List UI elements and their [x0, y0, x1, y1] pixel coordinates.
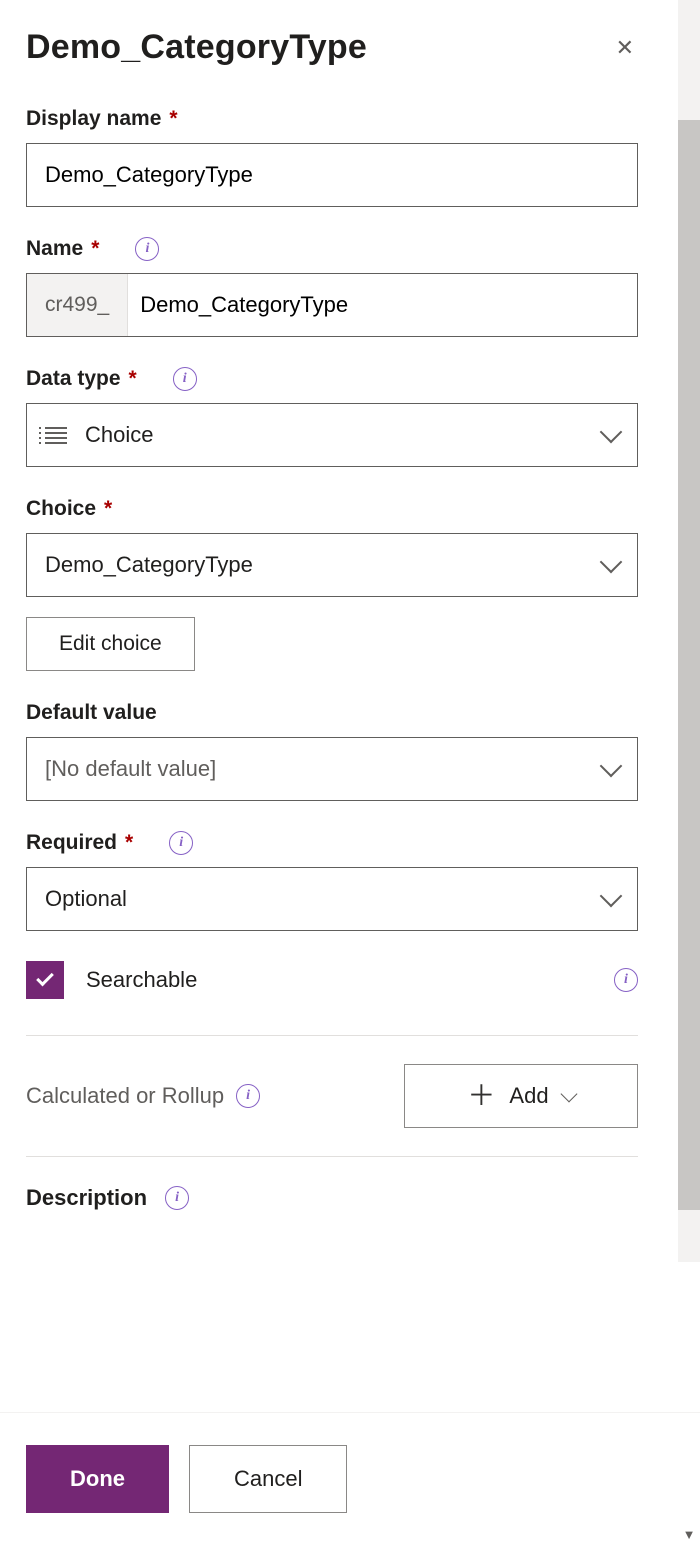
chevron-down-icon — [600, 885, 623, 908]
rollup-label: Calculated or Rollup i — [26, 1083, 260, 1109]
field-required: Required * i Optional — [26, 831, 638, 931]
required-asterisk: * — [104, 497, 112, 521]
required-asterisk: * — [125, 831, 133, 855]
panel-footer: Done Cancel — [0, 1412, 700, 1547]
list-icon — [45, 427, 71, 444]
name-input-group: cr499_ — [26, 273, 638, 337]
field-name: Name * i cr499_ — [26, 237, 638, 337]
close-icon[interactable]: ✕ — [612, 33, 638, 63]
field-searchable: Searchable i — [26, 961, 638, 999]
required-select[interactable]: Optional — [26, 867, 638, 931]
required-asterisk: * — [169, 107, 177, 131]
data-type-select[interactable]: Choice — [26, 403, 638, 467]
panel-title: Demo_CategoryType — [26, 28, 367, 67]
default-value-label: Default value — [26, 701, 638, 725]
info-icon[interactable]: i — [135, 237, 159, 261]
field-data-type: Data type * i Choice — [26, 367, 638, 467]
display-name-label: Display name * — [26, 107, 638, 131]
chevron-down-icon — [600, 551, 623, 574]
name-input[interactable] — [128, 274, 637, 336]
edit-choice-button[interactable]: Edit choice — [26, 617, 195, 671]
check-icon — [36, 969, 54, 987]
scroll-down-arrow[interactable]: ▼ — [680, 1527, 698, 1541]
field-rollup: Calculated or Rollup i ＋ Add — [26, 1064, 638, 1128]
chevron-down-icon — [600, 421, 623, 444]
done-button[interactable]: Done — [26, 1445, 169, 1513]
info-icon[interactable]: i — [236, 1084, 260, 1108]
info-icon[interactable]: i — [614, 968, 638, 992]
column-properties-panel: Demo_CategoryType ✕ Display name * Name … — [0, 0, 664, 1547]
field-display-name: Display name * — [26, 107, 638, 207]
name-prefix: cr499_ — [27, 274, 128, 336]
info-icon[interactable]: i — [165, 1186, 189, 1210]
plus-icon: ＋ — [467, 1082, 495, 1110]
field-default-value: Default value [No default value] — [26, 701, 638, 801]
choice-value: Demo_CategoryType — [45, 552, 253, 578]
add-rollup-button[interactable]: ＋ Add — [404, 1064, 638, 1128]
choice-select[interactable]: Demo_CategoryType — [26, 533, 638, 597]
info-icon[interactable]: i — [173, 367, 197, 391]
default-value-select[interactable]: [No default value] — [26, 737, 638, 801]
name-label: Name * i — [26, 237, 638, 261]
choice-label: Choice * — [26, 497, 638, 521]
searchable-label: Searchable — [86, 967, 197, 993]
data-type-value: Choice — [85, 422, 153, 448]
required-value: Optional — [45, 886, 127, 912]
divider — [26, 1035, 638, 1036]
required-label: Required * i — [26, 831, 638, 855]
required-asterisk: * — [129, 367, 137, 391]
chevron-down-icon — [560, 1086, 577, 1103]
panel-header: Demo_CategoryType ✕ — [26, 28, 638, 67]
info-icon[interactable]: i — [169, 831, 193, 855]
scrollbar-thumb[interactable] — [678, 120, 700, 1210]
required-asterisk: * — [91, 237, 99, 261]
data-type-label: Data type * i — [26, 367, 638, 391]
chevron-down-icon — [600, 755, 623, 778]
default-value-value: [No default value] — [45, 756, 216, 782]
field-choice: Choice * Demo_CategoryType Edit choice — [26, 497, 638, 671]
add-button-label: Add — [509, 1083, 548, 1109]
cancel-button[interactable]: Cancel — [189, 1445, 347, 1513]
description-label: Description i — [26, 1185, 638, 1211]
divider — [26, 1156, 638, 1157]
display-name-input[interactable] — [26, 143, 638, 207]
form-body: Display name * Name * i cr499_ Data type… — [26, 107, 638, 1377]
searchable-checkbox[interactable] — [26, 961, 64, 999]
